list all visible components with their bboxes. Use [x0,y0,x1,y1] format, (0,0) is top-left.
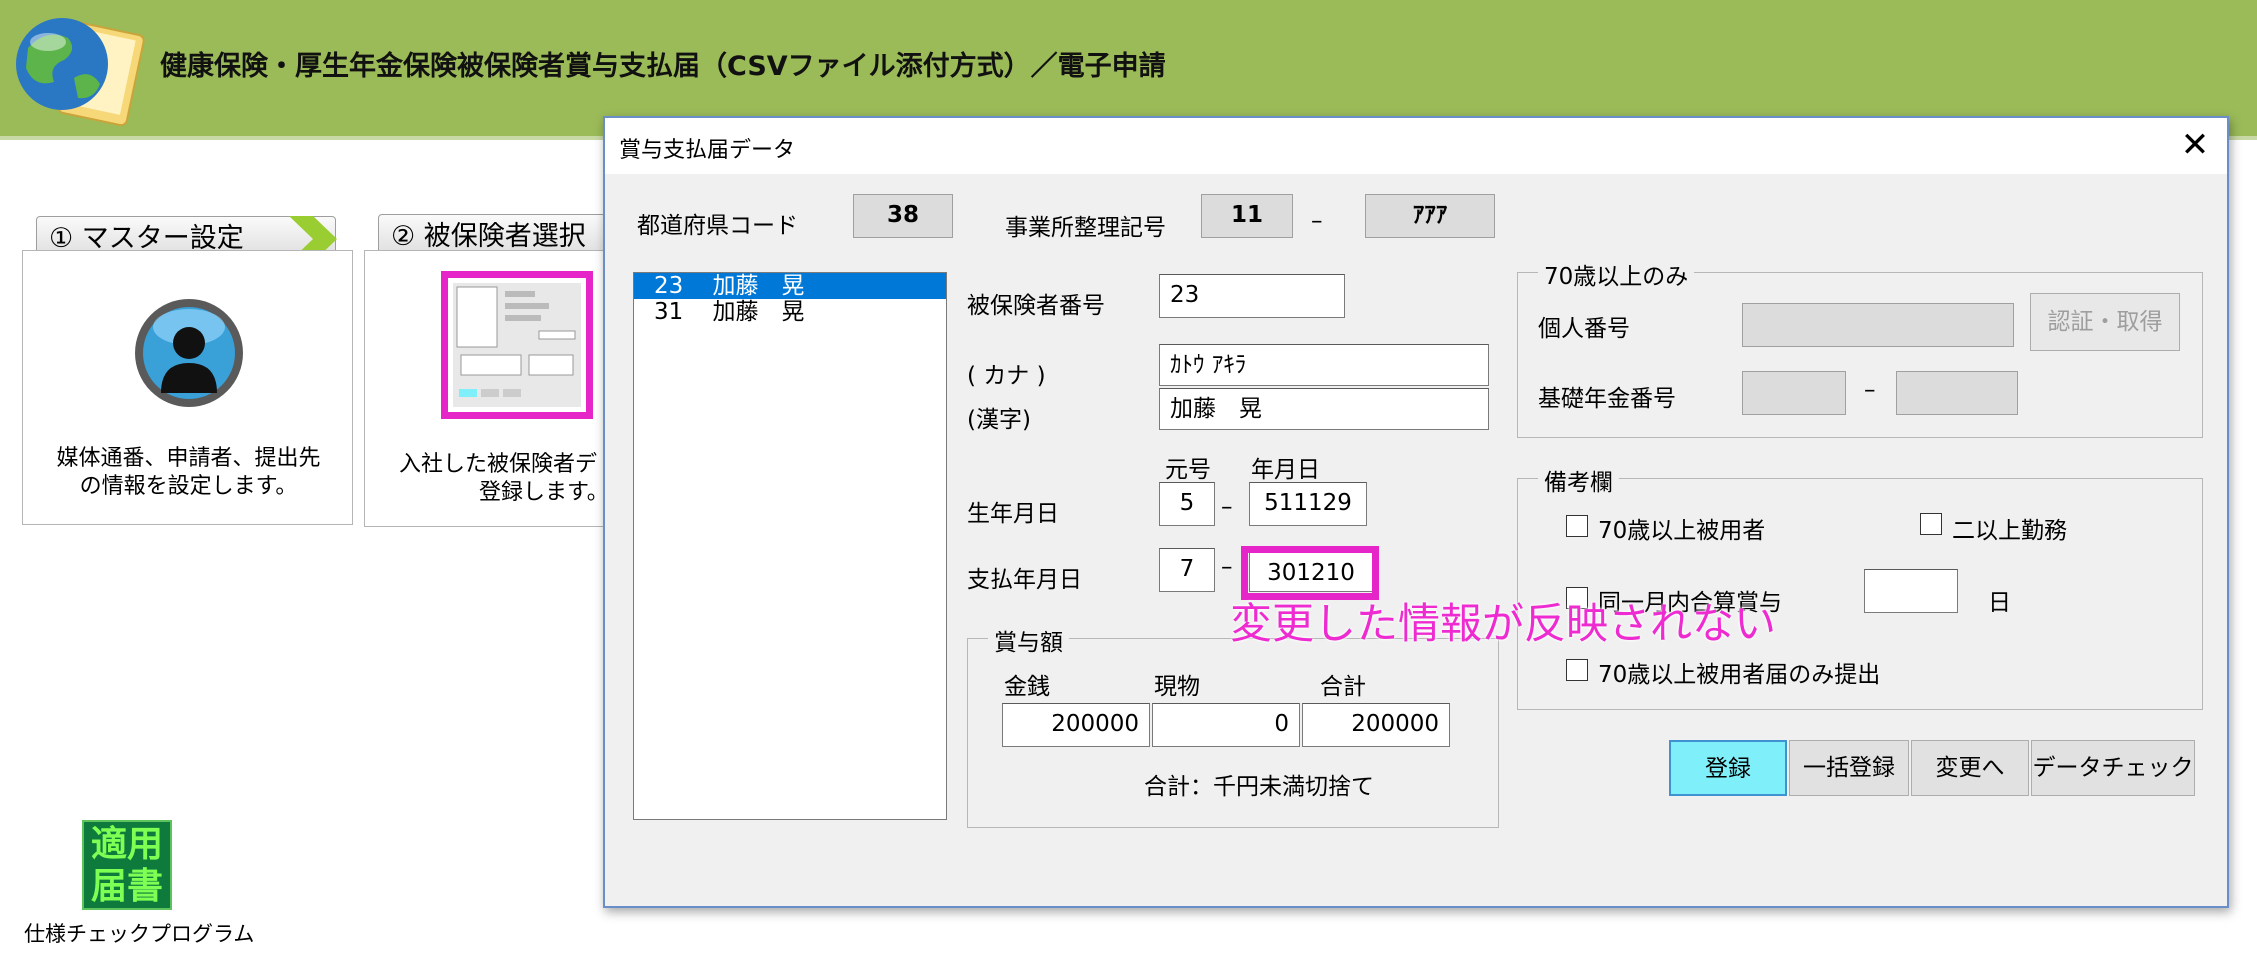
birth-ymd-input[interactable]: 511129 [1249,482,1367,526]
list-item-name: 加藤 晃 [712,273,805,299]
office-code2-field: ｱｱｱ [1365,194,1495,238]
form-thumbnail-icon [453,283,581,407]
ymd-header: 年月日 [1251,457,1320,483]
over70-employee-checkbox[interactable] [1566,515,1588,537]
bonus-amount-group: 賞与額 金銭 現物 合計 200000 0 200000 合計：千円未満切捨て [967,623,1499,828]
multiple-employment-label: 二以上勤務 [1952,518,2067,544]
card-insured-description: 入社した被保険者デ 登録します。 [399,451,629,507]
card-insured-desc-line1: 入社した被保険者デ [399,452,598,477]
globe-folder-icon [16,18,145,127]
over70-group: 70歳以上のみ 個人番号 認証・取得 基礎年金番号 – [1517,257,2203,438]
my-number-field [1742,303,2014,347]
spec-check-program-label: 仕様チェックプログラム [24,922,255,946]
spec-check-icon-text2: 届書 [90,866,163,907]
payment-date-label: 支払年月日 [967,567,1082,593]
total-rounding-note: 合計：千円未満切捨て [1144,774,1374,800]
dialog-title: 賞与支払届データ [619,138,796,163]
spec-check-icon-text1: 適用 [90,824,163,865]
basic-pension-number-label: 基礎年金番号 [1538,386,1676,412]
spec-check-program-icon[interactable]: 適用 届書 [82,820,172,910]
list-item[interactable]: 31 加藤 晃 [634,299,946,325]
cash-amount-input[interactable]: 200000 [1002,703,1150,747]
birth-dash: – [1221,494,1233,520]
list-item-number: 31 [654,299,684,325]
office-code1-field: 11 [1201,194,1293,238]
tab-insured-select-label: ② 被保険者選択 [391,221,586,252]
office-code-label: 事業所整理記号 [1005,215,1166,241]
card-master-settings[interactable]: 媒体通番、申請者、提出先 の情報を設定します。 [22,250,353,525]
remarks-title: 備考欄 [1538,463,1619,497]
bonus-data-dialog: 賞与支払届データ ✕ 都道府県コード 38 事業所整理記号 11 – ｱｱｱ 2… [603,116,2229,908]
kanji-name-input[interactable]: 加藤 晃 [1159,388,1489,430]
payment-era-input[interactable]: 7 [1159,548,1215,592]
over70-only-submit-label: 70歳以上被用者届のみ提出 [1598,662,1881,688]
over70-employee-label: 70歳以上被用者 [1598,518,1766,544]
in-kind-amount-input[interactable]: 0 [1152,703,1300,747]
pension-number1-field [1742,371,1846,415]
insured-number-input[interactable]: 23 [1159,274,1345,318]
list-item-number: 23 [654,273,684,299]
card-insured-desc-line2: 登録します。 [479,480,609,505]
card-insured-select[interactable]: 入社した被保険者デ 登録します。 [364,250,614,527]
pref-code-field: 38 [853,194,953,238]
kana-label: ( カナ ) [967,363,1046,389]
over70-title: 70歳以上のみ [1538,257,1695,291]
register-button[interactable]: 登録 [1669,740,1787,796]
card-master-desc-line2: の情報を設定します。 [79,474,298,499]
same-month-day-input[interactable] [1864,569,1958,613]
card-master-description: 媒体通番、申請者、提出先 の情報を設定します。 [23,445,354,501]
era-header: 元号 [1165,457,1211,483]
pref-code-label: 都道府県コード [637,213,798,239]
user-icon [135,299,243,407]
close-icon[interactable]: ✕ [2163,118,2227,174]
list-item-name: 加藤 晃 [712,299,805,325]
list-item[interactable]: 23 加藤 晃 [634,273,946,299]
insured-listbox[interactable]: 23 加藤 晃 31 加藤 晃 [633,272,947,820]
annotation-text: 変更した情報が反映されない [1230,599,1777,648]
kana-name-input[interactable]: ｶﾄｳ ｱｷﾗ [1159,344,1489,386]
dialog-titlebar: 賞与支払届データ ✕ [605,118,2227,174]
bulk-register-button[interactable]: 一括登録 [1789,740,1909,796]
kanji-label: (漢字) [967,407,1031,433]
cash-label: 金銭 [1004,674,1050,700]
card-master-desc-line1: 媒体通番、申請者、提出先 [56,446,321,471]
birth-era-input[interactable]: 5 [1159,482,1215,526]
data-check-button[interactable]: データチェック [2031,740,2195,796]
over70-only-submit-checkbox[interactable] [1566,659,1588,681]
auth-acquire-button[interactable]: 認証・取得 [2030,293,2180,351]
office-code-dash: – [1311,208,1323,234]
multiple-employment-checkbox[interactable] [1920,513,1942,535]
in-kind-label: 現物 [1154,674,1200,700]
my-number-label: 個人番号 [1538,316,1630,342]
day-label: 日 [1988,590,2011,616]
birth-date-label: 生年月日 [967,501,1059,527]
payment-dash: – [1221,554,1233,580]
pension-number2-field [1896,371,2018,415]
total-amount-field: 200000 [1302,703,1450,747]
bonus-amount-title: 賞与額 [988,623,1069,657]
change-button[interactable]: 変更へ [1911,740,2029,796]
insured-number-label: 被保険者番号 [967,293,1105,319]
pension-dash: – [1864,377,1876,403]
total-label: 合計 [1320,674,1366,700]
app-title: 健康保険・厚生年金保険被保険者賞与支払届（CSVファイル添付方式）／電子申請 [160,51,1166,82]
